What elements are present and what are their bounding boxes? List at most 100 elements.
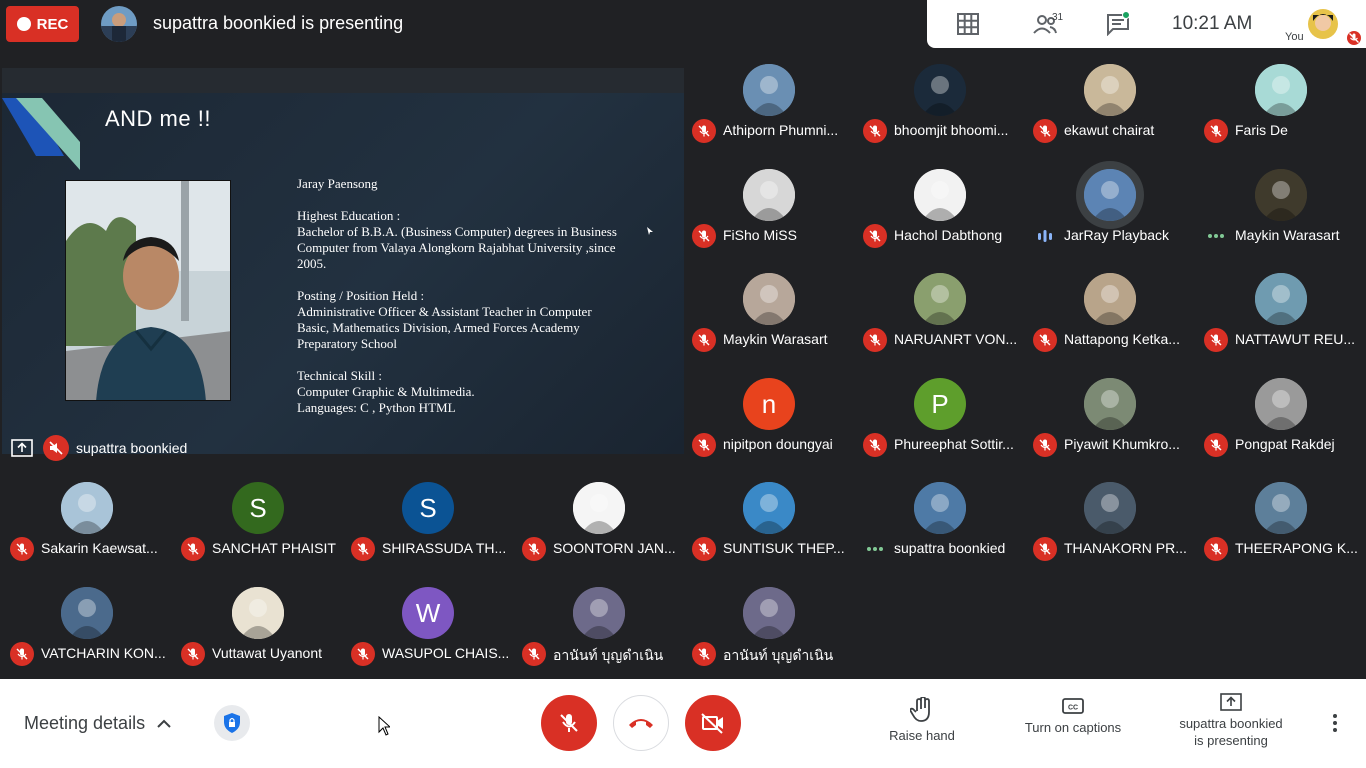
participant-tile[interactable]: SUNTISUK THEP... xyxy=(684,482,854,586)
participant-avatar xyxy=(61,587,113,639)
presenting-title: supattra boonkied is presenting xyxy=(153,13,404,33)
participant-tile[interactable]: Maykin Warasart xyxy=(1196,169,1366,273)
mic-off-icon xyxy=(1033,537,1057,561)
participant-name: NARUANRT VON... xyxy=(894,331,1018,347)
participant-avatar xyxy=(1084,64,1136,116)
participant-name: อานันท์ บุญดำเนิน xyxy=(553,647,664,663)
mic-off-icon xyxy=(1033,328,1057,352)
participant-tile[interactable]: JarRay Playback xyxy=(1025,169,1195,273)
participant-tile[interactable]: อานันท์ บุญดำเนิน xyxy=(514,587,684,691)
more-options-button[interactable] xyxy=(1325,711,1345,735)
participant-name: THANAKORN PR... xyxy=(1064,540,1187,556)
participant-name: Athiporn Phumni... xyxy=(723,122,839,138)
mic-off-icon xyxy=(692,119,716,143)
svg-text:CC: CC xyxy=(1068,705,1078,712)
participant-name: SOONTORN JAN... xyxy=(553,540,676,556)
presentation-tile[interactable]: AND me !! Jaray Paensong Highest Educati… xyxy=(2,68,684,468)
self-avatar[interactable] xyxy=(1308,9,1338,39)
participant-tile[interactable]: อานันท์ บุญดำเนิน xyxy=(684,587,854,691)
camera-off-icon xyxy=(701,713,723,734)
mic-off-icon xyxy=(692,224,716,248)
participant-tile[interactable]: Piyawit Khumkro... xyxy=(1025,378,1195,482)
participant-tile[interactable]: VATCHARIN KON... xyxy=(2,587,172,691)
participant-tile[interactable]: THANAKORN PR... xyxy=(1025,482,1195,586)
participant-tile[interactable]: Nattapong Ketka... xyxy=(1025,273,1195,377)
participant-tile[interactable]: Faris De xyxy=(1196,64,1366,168)
presenting-status-line1: supattra boonkied xyxy=(1179,716,1283,731)
participant-tile[interactable]: NATTAWUT REU... xyxy=(1196,273,1366,377)
participant-tile[interactable]: P Phureephat Sottir... xyxy=(855,378,1025,482)
self-mic-off-icon xyxy=(1345,29,1363,47)
participant-tile[interactable]: ekawut chairat xyxy=(1025,64,1195,168)
captions-label: Turn on captions xyxy=(1024,720,1122,735)
mic-off-icon xyxy=(1204,537,1228,561)
participant-avatar xyxy=(1084,169,1136,221)
recording-badge[interactable]: REC xyxy=(6,6,79,42)
participant-avatar-letter: P xyxy=(931,388,949,419)
participant-tile[interactable]: Pongpat Rakdej xyxy=(1196,378,1366,482)
participant-tile[interactable]: n nipitpon doungyai xyxy=(684,378,854,482)
mic-off-icon xyxy=(522,537,546,561)
raise-hand-button[interactable]: Raise hand xyxy=(884,697,960,744)
recording-label: REC xyxy=(36,15,69,33)
participant-tile[interactable]: W WASUPOL CHAIS... xyxy=(343,587,513,691)
participant-avatar xyxy=(1255,482,1307,534)
participant-tile[interactable]: S SHIRASSUDA TH... xyxy=(343,482,513,586)
presenting-status-button[interactable]: supattra boonkied is presenting xyxy=(1170,693,1292,749)
record-dot-icon xyxy=(16,17,31,31)
closed-captions-icon: CC xyxy=(1062,698,1084,714)
participant-tile[interactable]: Athiporn Phumni... xyxy=(684,64,854,168)
participant-name: Maykin Warasart xyxy=(723,331,828,347)
camera-toggle-button[interactable] xyxy=(685,695,741,751)
participant-avatar xyxy=(232,587,284,639)
participant-tile[interactable]: Maykin Warasart xyxy=(684,273,854,377)
participant-avatar xyxy=(1255,378,1307,430)
participant-avatar xyxy=(914,482,966,534)
participant-name: Hachol Dabthong xyxy=(894,227,1003,243)
mic-off-icon xyxy=(1204,328,1228,352)
presenter-avatar xyxy=(101,6,137,42)
participant-tile[interactable]: supattra boonkied xyxy=(855,482,1025,586)
shield-lock-icon xyxy=(224,713,240,733)
participant-tile[interactable]: Sakarin Kaewsat... xyxy=(2,482,172,586)
participant-name: Maykin Warasart xyxy=(1235,227,1340,243)
participant-tile[interactable]: bhoomjit bhoomi... xyxy=(855,64,1025,168)
participant-tile[interactable]: S SANCHAT PHAISIT xyxy=(173,482,343,586)
participant-avatar xyxy=(743,64,795,116)
slide-portrait-photo xyxy=(65,180,231,401)
participant-avatar xyxy=(1084,482,1136,534)
leave-call-button[interactable] xyxy=(613,695,669,751)
participant-name: NATTAWUT REU... xyxy=(1235,331,1356,347)
grid-layout-icon[interactable] xyxy=(955,12,981,36)
participant-avatar xyxy=(1084,378,1136,430)
mic-off-icon xyxy=(560,714,578,732)
host-controls-shield-button[interactable] xyxy=(214,705,250,741)
participant-tile[interactable]: FiSho MiSS xyxy=(684,169,854,273)
microphone-toggle-button[interactable] xyxy=(541,695,597,751)
participant-avatar: S xyxy=(232,482,284,534)
participant-name: nipitpon doungyai xyxy=(723,436,833,452)
bottom-bar: Meeting details Raise hand CC Turn on ca… xyxy=(0,679,1366,768)
captions-button[interactable]: CC Turn on captions xyxy=(1018,697,1128,736)
meeting-details-button[interactable]: Meeting details xyxy=(24,713,171,734)
mic-off-icon xyxy=(181,642,205,666)
participant-tile[interactable]: THEERAPONG K... xyxy=(1196,482,1366,586)
participant-avatar xyxy=(743,169,795,221)
audio-level-icon xyxy=(1033,224,1057,248)
mic-off-icon xyxy=(863,328,887,352)
chevron-up-icon xyxy=(157,719,171,728)
participant-name: WASUPOL CHAIS... xyxy=(382,645,510,661)
presenting-status-line2: is presenting xyxy=(1194,733,1268,748)
participant-tile[interactable]: SOONTORN JAN... xyxy=(514,482,684,586)
participant-name: Pongpat Rakdej xyxy=(1235,436,1335,452)
participant-tile[interactable]: Hachol Dabthong xyxy=(855,169,1025,273)
participant-name: Nattapong Ketka... xyxy=(1064,331,1180,347)
people-count: 31 xyxy=(1052,12,1064,23)
present-screen-icon xyxy=(11,439,33,457)
mic-off-icon xyxy=(351,642,375,666)
slide: AND me !! Jaray Paensong Highest Educati… xyxy=(2,68,684,454)
mic-off-icon xyxy=(10,537,34,561)
participant-avatar xyxy=(914,169,966,221)
participant-tile[interactable]: Vuttawat Uyanont xyxy=(173,587,343,691)
participant-tile[interactable]: NARUANRT VON... xyxy=(855,273,1025,377)
